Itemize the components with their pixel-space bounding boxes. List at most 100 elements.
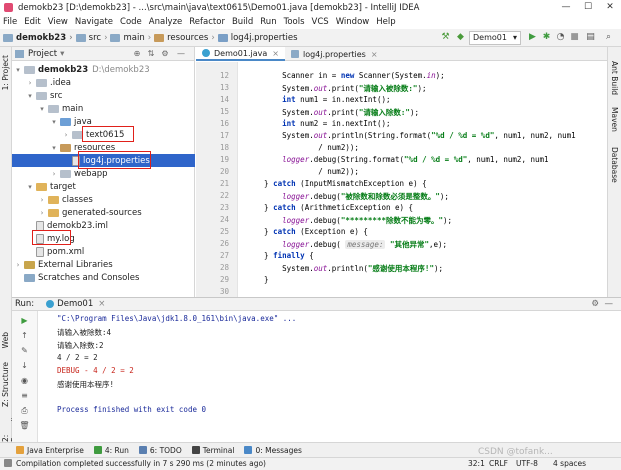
project-tool-tab[interactable]: 1: Project (1, 55, 10, 90)
chevron-right-icon[interactable]: › (62, 131, 70, 139)
code-line: logger.debug("被除数和除数必须是整数。"); (282, 192, 449, 201)
gear-icon[interactable]: ⚙ (591, 299, 599, 309)
add-icon[interactable]: ⊕ (132, 49, 142, 59)
chevron-right-icon[interactable]: › (50, 170, 58, 178)
tab-log4j-properties[interactable]: log4j.properties × (285, 47, 384, 61)
hammer-icon[interactable]: ⚒ (439, 31, 452, 44)
ant-build-tool-tab[interactable]: Ant Build (610, 61, 619, 95)
delete-icon[interactable]: 🗑 (19, 420, 30, 431)
down-icon[interactable]: ↓ (19, 360, 30, 371)
status-message[interactable]: Compilation completed successfully in 7 … (16, 459, 266, 468)
code-line: / num2)); (246, 167, 359, 176)
hide-icon[interactable]: — (605, 299, 614, 309)
breadcrumb-demokb23[interactable]: demokb23 › (3, 33, 73, 43)
search-icon[interactable]: ⌕ (602, 31, 615, 44)
print-icon[interactable]: ⎙ (19, 405, 30, 416)
menu-edit[interactable]: Edit (24, 17, 40, 27)
breadcrumb-src[interactable]: src › (75, 33, 107, 43)
tree-item-src[interactable]: ▾ src (12, 89, 195, 102)
wrench-icon[interactable]: ✎ (19, 345, 30, 356)
run-config-select[interactable]: Demo01 ▾ (469, 31, 521, 45)
cursor-position[interactable]: 32:1 (468, 459, 485, 468)
file-encoding[interactable]: UTF-8 (516, 459, 538, 468)
gear-icon[interactable]: ⚙ (160, 49, 170, 59)
console-line: 请输入被除数:4 (57, 328, 112, 337)
maximize-icon[interactable]: ☐ (577, 0, 599, 15)
collapse-icon[interactable]: ⇅ (146, 49, 156, 59)
menu-vcs[interactable]: VCS (312, 17, 329, 27)
run-config-icon[interactable]: ◆ (454, 31, 467, 44)
run-tab-demo01[interactable]: Demo01 × (46, 299, 105, 309)
status-icon[interactable] (4, 459, 12, 467)
tree-item-generated-sources[interactable]: › generated-sources (12, 206, 195, 219)
code-line: logger.debug( message: "其他异常",e); (282, 240, 448, 249)
maven-tool-tab[interactable]: Maven (610, 107, 619, 132)
camera-icon[interactable]: ◉ (19, 375, 30, 386)
chevron-down-icon[interactable]: ▾ (50, 144, 58, 152)
chevron-down-icon[interactable]: ▾ (26, 183, 34, 191)
rerun-icon[interactable]: ▶ (19, 315, 30, 326)
tab-demo01-java[interactable]: Demo01.java × (196, 47, 285, 61)
soft-wrap-icon[interactable]: ≡ (19, 390, 30, 401)
tab-java-enterprise[interactable]: Java Enterprise (16, 446, 84, 455)
tab-messages[interactable]: 0: Messages (244, 446, 302, 455)
menu-code[interactable]: Code (120, 17, 142, 27)
close-icon[interactable]: ✕ (599, 0, 621, 15)
close-tab-icon[interactable]: × (272, 49, 279, 58)
tree-item-main[interactable]: ▾ main (12, 102, 195, 115)
menu-tools[interactable]: Tools (284, 17, 305, 27)
tree-item-external-libraries[interactable]: › External Libraries (12, 258, 195, 271)
editor[interactable]: Demo01.java × log4j.properties × 12 13 14 … (196, 47, 607, 297)
menu-file[interactable]: File (3, 17, 17, 27)
breadcrumb-main[interactable]: main › (110, 33, 151, 43)
chevron-right-icon[interactable]: › (26, 79, 34, 87)
minimize-icon[interactable]: — (555, 0, 577, 15)
code-line: int num2 = in.nextInt(); (282, 119, 391, 128)
chevron-right-icon[interactable]: › (38, 209, 46, 217)
breadcrumb-log4j[interactable]: log4j.properties (217, 33, 298, 43)
breadcrumb-resources[interactable]: resources › (154, 33, 215, 43)
tab-run[interactable]: 4: Run (93, 446, 129, 455)
chevron-down-icon[interactable]: ▾ (50, 118, 58, 126)
project-structure-icon[interactable]: ▤ (584, 31, 597, 44)
chevron-down-icon[interactable]: ▾ (60, 49, 64, 59)
chevron-down-icon[interactable]: ▾ (26, 92, 34, 100)
tree-item-idea[interactable]: › .idea (12, 76, 195, 89)
tab-terminal[interactable]: Terminal (191, 446, 234, 455)
menu-window[interactable]: Window (336, 17, 370, 27)
tree-item-classes[interactable]: › classes (12, 193, 195, 206)
tree-item-pom[interactable]: pom.xml (12, 245, 195, 258)
chevron-right-icon[interactable]: › (38, 196, 46, 204)
highlight-box-text0615 (82, 126, 134, 142)
folder-icon (48, 195, 59, 204)
close-tab-icon[interactable]: × (371, 50, 378, 59)
chevron-down-icon[interactable]: ▾ (14, 66, 22, 74)
coverage-icon[interactable]: ◔ (554, 31, 567, 44)
chevron-right-icon[interactable]: › (14, 261, 22, 269)
tree-item-scratches[interactable]: Scratches and Consoles (12, 271, 195, 284)
menu-navigate[interactable]: Navigate (75, 17, 113, 27)
menu-help[interactable]: Help (376, 17, 395, 27)
line-separator[interactable]: CRLF (489, 459, 508, 468)
run-icon[interactable]: ▶ (526, 31, 539, 44)
tree-item-target[interactable]: ▾ target (12, 180, 195, 193)
close-tab-icon[interactable]: × (98, 299, 105, 309)
menu-view[interactable]: View (48, 17, 68, 27)
stop-icon[interactable]: ■ (568, 31, 581, 44)
web-tool-tab[interactable]: Web (1, 332, 10, 348)
menu-refactor[interactable]: Refactor (189, 17, 225, 27)
structure-tool-tab[interactable]: Z: Structure (1, 362, 10, 407)
indent-setting[interactable]: 4 spaces (553, 459, 586, 468)
left-tool-strip: 1: Project Web Z: Structure 2: Favorites (0, 47, 19, 442)
database-tool-tab[interactable]: Database (610, 147, 619, 183)
menu-run[interactable]: Run (260, 17, 276, 27)
menu-build[interactable]: Build (232, 17, 253, 27)
code-line: Scanner in = new Scanner(System.in); (246, 71, 445, 80)
chevron-down-icon[interactable]: ▾ (38, 105, 46, 113)
up-icon[interactable]: ↑ (19, 330, 30, 341)
tab-todo[interactable]: 6: TODO (138, 446, 182, 455)
debug-icon[interactable]: ✱ (540, 31, 553, 44)
menu-analyze[interactable]: Analyze (149, 17, 183, 27)
tree-item-demokb23[interactable]: ▾ demokb23 D:\demokb23 (12, 63, 195, 76)
hide-icon[interactable]: — (176, 49, 186, 59)
